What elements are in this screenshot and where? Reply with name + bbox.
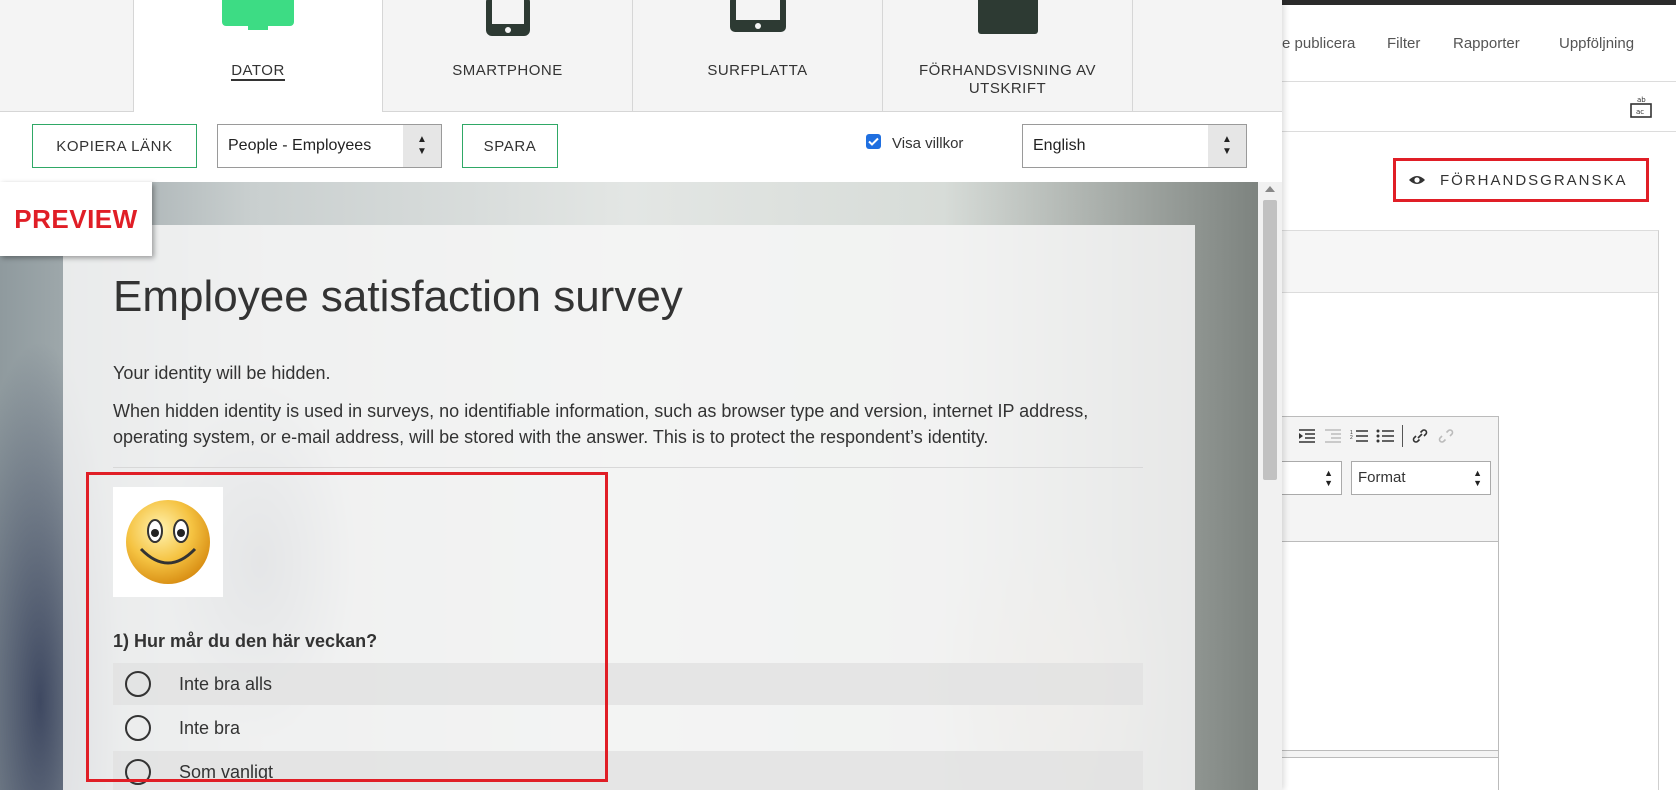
smiley-face-icon xyxy=(126,500,210,584)
survey-title: Employee satisfaction survey xyxy=(113,272,683,321)
show-terms-checkbox[interactable] xyxy=(866,134,881,149)
scroll-up-arrow-icon[interactable] xyxy=(1265,186,1275,192)
smiley-face-image xyxy=(113,487,223,597)
device-selector: DATOR SMARTPHONE SURFPLATTA FÖRHANDSVISN… xyxy=(0,0,1282,112)
secondary-toolbar: ab ac xyxy=(1282,82,1676,132)
nav-item-publish[interactable]: e publicera xyxy=(1282,35,1355,52)
language-select[interactable]: English ▲ ▼ xyxy=(1022,124,1247,168)
outdent-icon xyxy=(1325,429,1341,443)
checkmark-icon xyxy=(868,137,879,146)
answer-option-label: Inte bra alls xyxy=(179,673,273,694)
main-nav: e publicera Filter Rapporter Uppföljning xyxy=(1282,5,1676,82)
device-tab-smartphone-label: SMARTPHONE xyxy=(452,62,563,79)
preview-badge: PREVIEW xyxy=(0,182,152,256)
device-tab-print-preview-label: FÖRHANDSVISNING AV UTSKRIFT xyxy=(918,62,1097,97)
device-tab-tablet-label: SURFPLATTA xyxy=(707,62,808,79)
font-size-select[interactable]: ▲ ▼ xyxy=(1282,461,1342,495)
language-select-value: English xyxy=(1033,137,1086,154)
format-select-value: Format xyxy=(1358,469,1406,486)
format-select[interactable]: Format ▲ ▼ xyxy=(1351,461,1491,495)
select-arrows-icon: ▲ ▼ xyxy=(403,125,441,167)
answer-option-label: Inte bra xyxy=(179,717,241,738)
audience-select[interactable]: People - Employees ▲ ▼ xyxy=(217,124,442,168)
save-button[interactable]: SPARA xyxy=(462,124,558,168)
radio-button[interactable] xyxy=(125,759,151,785)
svg-text:2: 2 xyxy=(1350,435,1353,441)
preview-button[interactable]: FÖRHANDSGRANSKA xyxy=(1393,158,1649,202)
nav-item-reports[interactable]: Rapporter xyxy=(1453,35,1520,52)
rich-text-editor: 12 ▲ ▼ Format ▲ ▼ xyxy=(1282,416,1499,790)
preview-badge-text: PREVIEW xyxy=(14,203,138,234)
smartphone-icon xyxy=(485,0,530,36)
bullet-list-icon[interactable] xyxy=(1376,429,1394,443)
preview-toolbar: KOPIERA LÄNK People - Employees ▲ ▼ SPARA… xyxy=(0,112,1282,178)
desktop-icon xyxy=(222,0,294,30)
preview-modal: DATOR SMARTPHONE SURFPLATTA FÖRHANDSVISN… xyxy=(0,0,1282,790)
device-tab-tablet[interactable]: SURFPLATTA xyxy=(633,0,883,112)
eye-icon xyxy=(1409,176,1425,184)
device-tab-desktop[interactable]: DATOR xyxy=(133,0,383,112)
radio-button[interactable] xyxy=(125,715,151,741)
device-tab-print-preview[interactable]: FÖRHANDSVISNING AV UTSKRIFT xyxy=(883,0,1133,112)
select-arrows-icon: ▲ ▼ xyxy=(1324,468,1333,488)
print-icon xyxy=(977,0,1038,34)
question-label: 1) Hur mår du den här veckan? xyxy=(113,631,378,651)
numbered-list-icon[interactable]: 12 xyxy=(1350,429,1368,443)
select-arrows-icon: ▲ ▼ xyxy=(1208,125,1246,167)
nav-item-filter[interactable]: Filter xyxy=(1387,35,1420,52)
svg-text:ab: ab xyxy=(1637,96,1646,104)
show-terms-label[interactable]: Visa villkor xyxy=(892,135,963,152)
select-arrows-icon: ▲ ▼ xyxy=(1473,468,1482,488)
survey-card: Employee satisfaction survey Your identi… xyxy=(63,225,1195,790)
preview-scrollbar[interactable] xyxy=(1258,182,1282,790)
content-panel-header xyxy=(1282,231,1658,293)
indent-icon[interactable] xyxy=(1298,429,1316,443)
unlink-icon xyxy=(1438,429,1454,443)
device-tab-smartphone[interactable]: SMARTPHONE xyxy=(383,0,633,112)
answer-option[interactable]: Inte bra alls xyxy=(113,663,1143,705)
nav-item-followup[interactable]: Uppföljning xyxy=(1559,35,1634,52)
answer-option[interactable]: Inte bra xyxy=(113,707,1143,749)
device-tab-desktop-label: DATOR xyxy=(231,62,285,81)
editor-text-area[interactable] xyxy=(1282,541,1498,751)
survey-intro-line: Your identity will be hidden. xyxy=(113,363,331,383)
preview-button-label: FÖRHANDSGRANSKA xyxy=(1440,171,1628,189)
toolbar-separator xyxy=(1402,425,1403,447)
divider xyxy=(113,467,1143,468)
link-icon[interactable] xyxy=(1411,429,1429,443)
svg-text:ac: ac xyxy=(1636,108,1644,116)
scrollbar-thumb[interactable] xyxy=(1263,200,1277,480)
text-replace-icon[interactable]: ab ac xyxy=(1628,94,1654,120)
editor-toolbar: 12 xyxy=(1282,417,1498,455)
answer-option[interactable]: Som vanligt xyxy=(113,751,1143,790)
copy-link-button[interactable]: KOPIERA LÄNK xyxy=(32,124,197,168)
radio-button[interactable] xyxy=(125,671,151,697)
survey-intro-paragraph: When hidden identity is used in surveys,… xyxy=(113,401,1089,447)
editor-text-area-secondary[interactable] xyxy=(1282,757,1498,790)
answer-option-label: Som vanligt xyxy=(179,761,274,782)
audience-select-value: People - Employees xyxy=(228,137,372,154)
tablet-icon xyxy=(729,0,786,32)
